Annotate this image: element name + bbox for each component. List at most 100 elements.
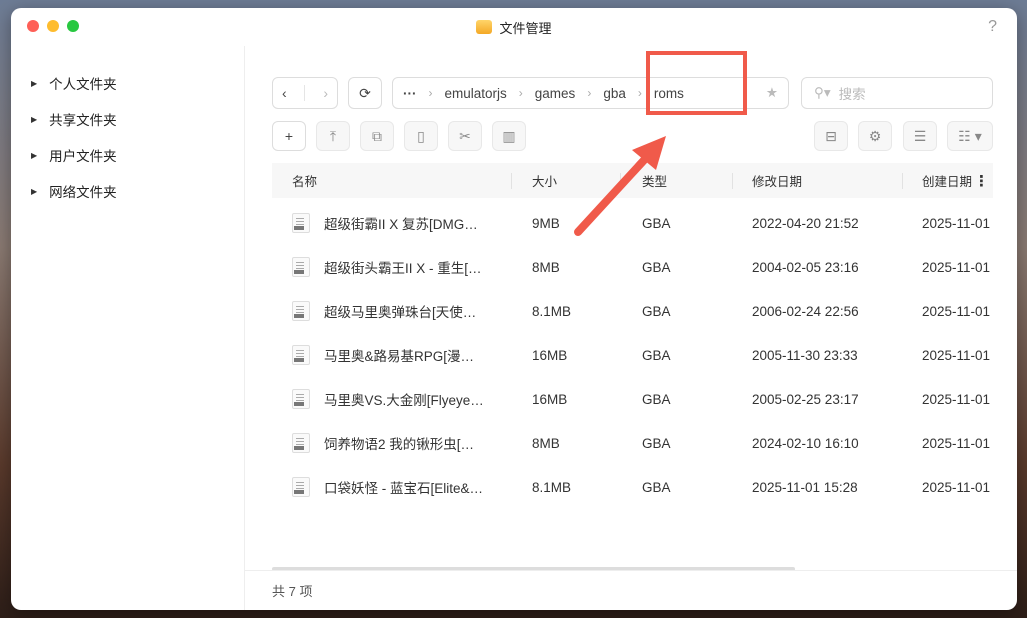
upload-button[interactable]: ⤒ bbox=[316, 121, 350, 151]
file-type: GBA bbox=[642, 465, 671, 509]
file-icon bbox=[292, 213, 310, 233]
file-size: 9MB bbox=[532, 201, 560, 245]
settings-button[interactable]: ⚙ bbox=[858, 121, 892, 151]
help-button[interactable]: ? bbox=[988, 18, 997, 36]
back-icon[interactable]: ‹ bbox=[282, 85, 287, 101]
table-row[interactable]: 超级街霸II X 复苏[DMG… 9MB GBA 2022-04-20 21:5… bbox=[272, 201, 993, 245]
file-created: 2025-11-01 bbox=[922, 245, 990, 289]
file-modified: 2004-02-05 23:16 bbox=[752, 245, 859, 289]
file-created: 2025-11-01 bbox=[922, 421, 990, 465]
gear-icon: ⚙ bbox=[869, 128, 882, 145]
window-title: 文件管理 bbox=[499, 18, 551, 37]
upload-icon: ⤒ bbox=[330, 128, 336, 145]
column-size[interactable]: 大小 bbox=[532, 163, 557, 198]
maximize-button[interactable] bbox=[67, 20, 79, 32]
minimize-button[interactable] bbox=[47, 20, 59, 32]
title-bar: 文件管理 ? bbox=[11, 8, 1017, 46]
file-created: 2025-11-01 bbox=[922, 465, 990, 509]
breadcrumb-emulatorjs[interactable]: emulatorjs bbox=[445, 86, 507, 101]
file-name: 超级街头霸王II X - 重生[… bbox=[324, 245, 482, 289]
toolbox-button[interactable]: ⊟ bbox=[814, 121, 848, 151]
file-name: 马里奥VS.大金刚[Flyeye… bbox=[324, 377, 484, 421]
column-type[interactable]: 类型 bbox=[642, 163, 667, 198]
sidebar-item-label: 个人文件夹 bbox=[49, 73, 117, 93]
sidebar-item-users[interactable]: ▶ 用户文件夹 bbox=[11, 137, 244, 173]
file-type: GBA bbox=[642, 289, 671, 333]
sort-button[interactable]: ☰ bbox=[903, 121, 937, 151]
expand-triangle-icon[interactable]: ▶ bbox=[31, 151, 37, 160]
sidebar-item-label: 用户文件夹 bbox=[49, 145, 117, 165]
breadcrumb-roms[interactable]: roms bbox=[654, 86, 684, 101]
file-icon bbox=[292, 389, 310, 409]
sidebar-item-network[interactable]: ▶ 网络文件夹 bbox=[11, 173, 244, 209]
close-button[interactable] bbox=[27, 20, 39, 32]
breadcrumb-more[interactable]: ··· bbox=[403, 86, 417, 101]
rename-button[interactable]: ▥ bbox=[492, 121, 526, 151]
file-modified: 2024-02-10 16:10 bbox=[752, 421, 859, 465]
file-icon bbox=[292, 257, 310, 277]
window-controls bbox=[27, 20, 79, 32]
file-name: 超级街霸II X 复苏[DMG… bbox=[324, 201, 478, 245]
file-type: GBA bbox=[642, 333, 671, 377]
expand-triangle-icon[interactable]: ▶ bbox=[31, 79, 37, 88]
search-input[interactable]: ⚲▾搜索 bbox=[801, 77, 993, 109]
sidebar-item-label: 网络文件夹 bbox=[49, 181, 117, 201]
column-name[interactable]: 名称 bbox=[292, 163, 317, 198]
sidebar: ▶ 个人文件夹 ▶ 共享文件夹 ▶ 用户文件夹 ▶ 网络文件夹 bbox=[11, 46, 245, 610]
column-menu-icon[interactable]: ⋮ bbox=[974, 163, 989, 198]
file-created: 2025-11-01 bbox=[922, 333, 990, 377]
file-size: 8MB bbox=[532, 421, 560, 465]
breadcrumb-gba[interactable]: gba bbox=[603, 86, 626, 101]
file-manager-window: 文件管理 ? ▶个人文件夹 ▶共享文件夹 ▶用户文件夹 ▶网络文件夹 ‹› ⟳ … bbox=[11, 8, 1017, 610]
plus-icon: + bbox=[285, 128, 293, 144]
column-created[interactable]: 创建日期 bbox=[922, 163, 972, 198]
file-icon bbox=[292, 345, 310, 365]
list-view-icon: ☷ ▾ bbox=[958, 128, 981, 145]
breadcrumb-games[interactable]: games bbox=[535, 86, 576, 101]
file-size: 8.1MB bbox=[532, 465, 571, 509]
copy-icon: ⧉ bbox=[372, 128, 382, 145]
sidebar-item-personal[interactable]: ▶ 个人文件夹 bbox=[11, 65, 244, 101]
file-modified: 2022-04-20 21:52 bbox=[752, 201, 859, 245]
file-size: 16MB bbox=[532, 377, 567, 421]
sidebar-item-shared[interactable]: ▶ 共享文件夹 bbox=[11, 101, 244, 137]
table-header: 名称 大小 类型 修改日期 创建日期 ⋮ bbox=[272, 163, 993, 198]
file-size: 8MB bbox=[532, 245, 560, 289]
table-row[interactable]: 超级街头霸王II X - 重生[… 8MB GBA 2004-02-05 23:… bbox=[272, 245, 993, 289]
refresh-button[interactable]: ⟳ bbox=[348, 77, 382, 109]
file-name: 马里奥&路易基RPG[漫… bbox=[324, 333, 474, 377]
file-type: GBA bbox=[642, 201, 671, 245]
scissors-icon: ✂ bbox=[459, 128, 471, 145]
paste-button[interactable]: ▯ bbox=[404, 121, 438, 151]
file-modified: 2006-02-24 22:56 bbox=[752, 289, 859, 333]
paste-icon: ▯ bbox=[417, 128, 425, 145]
table-row[interactable]: 马里奥VS.大金刚[Flyeye… 16MB GBA 2005-02-25 23… bbox=[272, 377, 993, 421]
table-row[interactable]: 口袋妖怪 - 蓝宝石[Elite&… 8.1MB GBA 2025-11-01 … bbox=[272, 465, 993, 509]
file-created: 2025-11-01 bbox=[922, 201, 990, 245]
column-modified[interactable]: 修改日期 bbox=[752, 163, 802, 198]
expand-triangle-icon[interactable]: ▶ bbox=[31, 187, 37, 196]
item-count: 共 7 项 bbox=[272, 581, 312, 600]
favorite-star-icon[interactable]: ★ bbox=[766, 85, 778, 101]
file-name: 超级马里奥弹珠台[天使… bbox=[324, 289, 476, 333]
nav-buttons: ‹› bbox=[272, 77, 338, 109]
file-icon bbox=[292, 433, 310, 453]
table-row[interactable]: 饲养物语2 我的锹形虫[… 8MB GBA 2024-02-10 16:10 2… bbox=[272, 421, 993, 465]
table-row[interactable]: 超级马里奥弹珠台[天使… 8.1MB GBA 2006-02-24 22:56 … bbox=[272, 289, 993, 333]
search-icon: ⚲▾ bbox=[814, 85, 831, 101]
sidebar-item-label: 共享文件夹 bbox=[49, 109, 117, 129]
forward-icon[interactable]: › bbox=[323, 85, 328, 101]
briefcase-icon: ⊟ bbox=[825, 128, 837, 145]
expand-triangle-icon[interactable]: ▶ bbox=[31, 115, 37, 124]
file-type: GBA bbox=[642, 421, 671, 465]
file-modified: 2025-11-01 15:28 bbox=[752, 465, 858, 509]
new-button[interactable]: + bbox=[272, 121, 306, 151]
breadcrumb: ···› emulatorjs› games› gba› roms ★ bbox=[392, 77, 789, 109]
view-mode-button[interactable]: ☷ ▾ bbox=[947, 121, 993, 151]
copy-button[interactable]: ⧉ bbox=[360, 121, 394, 151]
table-row[interactable]: 马里奥&路易基RPG[漫… 16MB GBA 2005-11-30 23:33 … bbox=[272, 333, 993, 377]
file-icon bbox=[292, 301, 310, 321]
folder-app-icon bbox=[476, 20, 492, 34]
cut-button[interactable]: ✂ bbox=[448, 121, 482, 151]
status-bar: 共 7 项 bbox=[245, 570, 1017, 610]
